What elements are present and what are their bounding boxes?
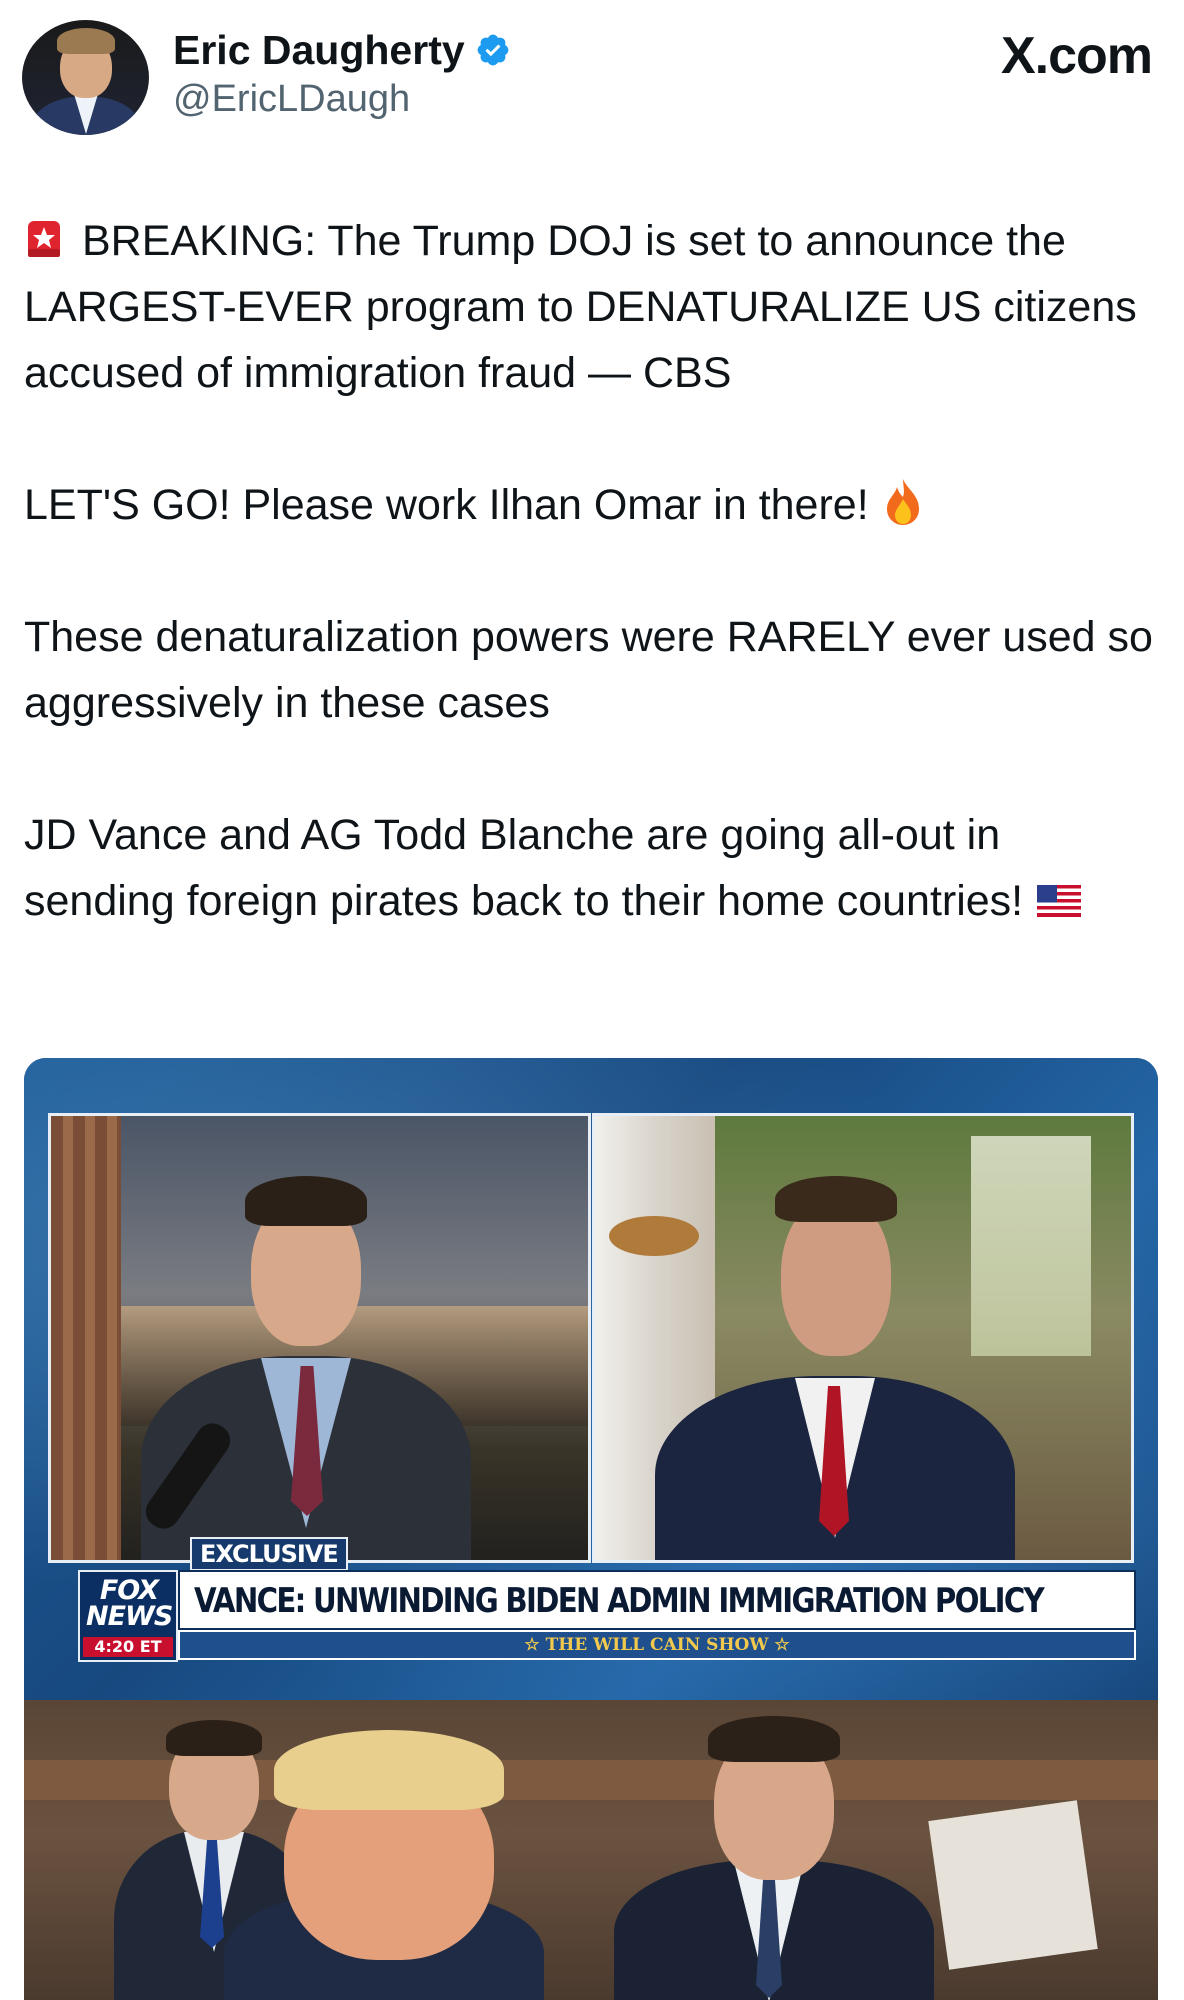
tweet-paragraph: LET'S GO! Please work Ilhan Omar in ther… [24, 472, 1154, 538]
author-handle[interactable]: @EricLDaugh [173, 76, 511, 122]
tweet-text: BREAKING: The Trump DOJ is set to announ… [24, 208, 1154, 1000]
tweet-paragraph: These denaturalization powers were RAREL… [24, 613, 1153, 727]
avatar[interactable] [22, 20, 149, 135]
fox-news-logo: FOX NEWS 4:20 ET [78, 1570, 178, 1662]
tweet-paragraph: BREAKING: The Trump DOJ is set to announ… [24, 217, 1137, 397]
exclusive-tag: EXCLUSIVE [190, 1537, 348, 1571]
left-video-frame [48, 1113, 591, 1563]
author-display-name[interactable]: Eric Daugherty [173, 26, 465, 74]
right-video-frame [592, 1113, 1134, 1563]
courtroom-photo [24, 1700, 1158, 2000]
headline-text: VANCE: UNWINDING BIDEN ADMIN IMMIGRATION… [194, 1581, 1045, 1621]
us-flag-icon [1037, 885, 1082, 917]
verified-badge-icon [477, 34, 509, 66]
headline-banner: VANCE: UNWINDING BIDEN ADMIN IMMIGRATION… [178, 1570, 1136, 1630]
author-block: Eric Daugherty @EricLDaugh [173, 26, 511, 122]
tweet-media[interactable]: EXCLUSIVE FOX NEWS 4:20 ET VANCE: UNWIND… [24, 1058, 1158, 2000]
show-name-text: ☆ THE WILL CAIN SHOW ☆ [524, 1635, 790, 1655]
tweet-header: Eric Daugherty @EricLDaugh X.com [22, 20, 1162, 140]
broadcast-time: 4:20 ET [83, 1637, 173, 1657]
news-broadcast-image: EXCLUSIVE FOX NEWS 4:20 ET VANCE: UNWIND… [24, 1058, 1158, 1700]
site-logo: X.com [1000, 27, 1153, 85]
siren-icon [28, 221, 60, 257]
tweet-paragraph: JD Vance and AG Todd Blanche are going a… [24, 802, 1154, 934]
fire-icon [886, 479, 919, 525]
show-name-bar: ☆ THE WILL CAIN SHOW ☆ [178, 1630, 1136, 1660]
